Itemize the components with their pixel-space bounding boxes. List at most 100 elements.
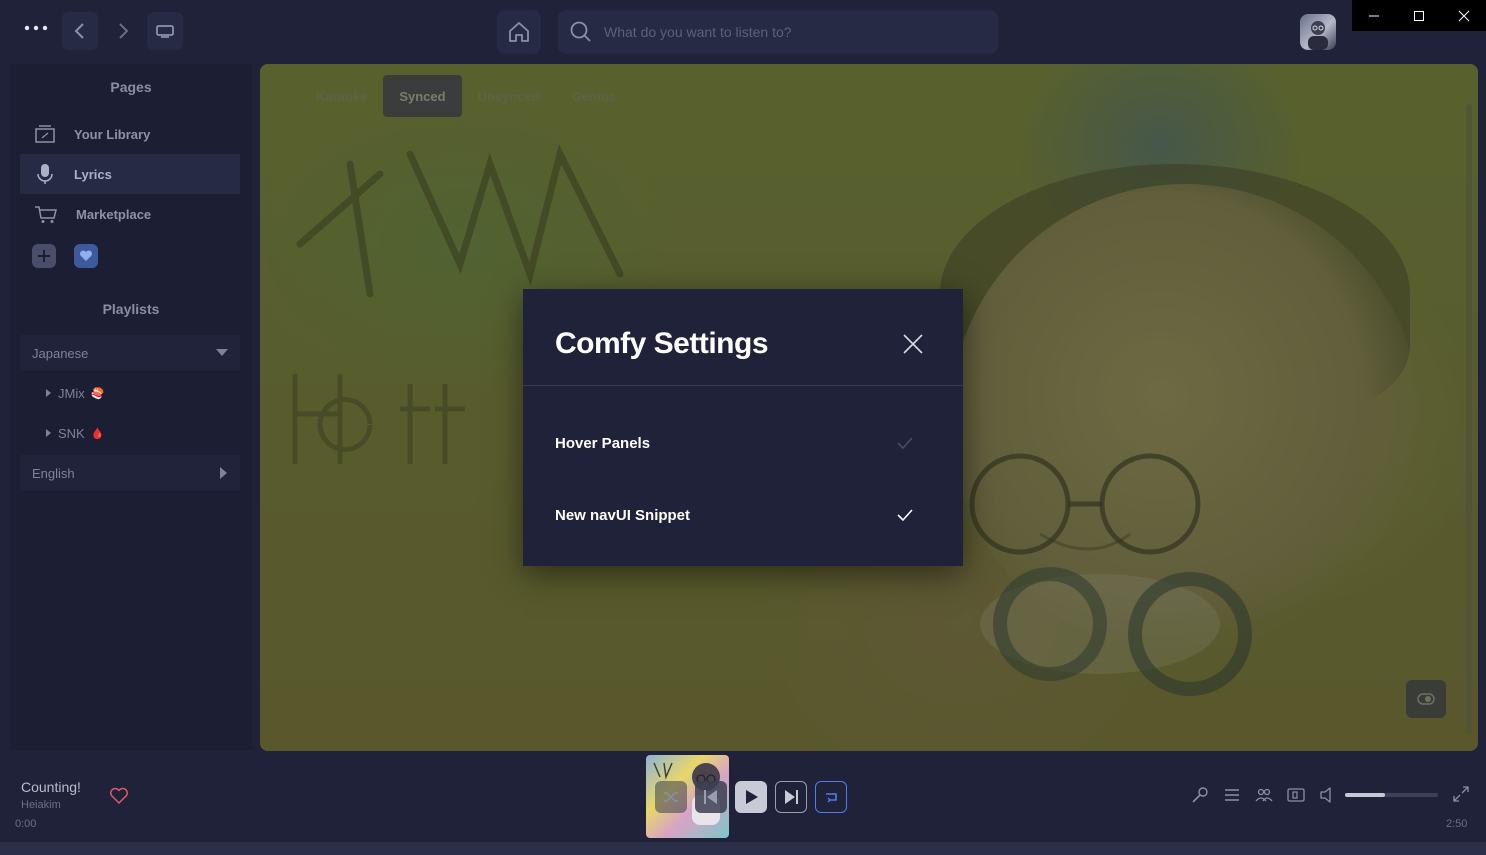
sidebar-item-label: Lyrics [74, 166, 112, 182]
tab-genius[interactable]: Genius [556, 75, 632, 117]
folder-label: English [32, 465, 75, 481]
heart-icon [79, 250, 93, 261]
search-input[interactable] [604, 24, 964, 40]
repeat-icon [826, 793, 837, 803]
microphone-icon [1192, 787, 1208, 803]
hover-panels-checkbox[interactable] [895, 433, 915, 453]
playlist-label: JMix [58, 385, 85, 401]
sidebar-item-marketplace[interactable]: Marketplace [20, 194, 240, 234]
new-navui-snippet-checkbox[interactable] [895, 505, 915, 525]
cart-icon [35, 206, 57, 223]
player-bar: Counting! Heiakim 0:00 2:50 [0, 755, 1486, 855]
play-icon [746, 790, 758, 804]
play-button[interactable] [735, 781, 767, 813]
dialog-header: Comfy Settings [523, 289, 963, 386]
search-bar[interactable] [558, 10, 998, 54]
sidebar-item-lyrics[interactable]: Lyrics [20, 154, 240, 194]
queue-icon [1225, 789, 1239, 801]
shuffle-button[interactable] [655, 781, 687, 813]
sidebar-item-your-library[interactable]: Your Library [20, 114, 240, 154]
playlist-emoji: 🩸 [90, 427, 105, 440]
library-icon [35, 125, 55, 143]
fullscreen-button[interactable] [1452, 785, 1472, 805]
fullscreen-lyrics-button[interactable] [1406, 680, 1446, 718]
scrollbar[interactable] [1466, 104, 1472, 734]
queue-button[interactable] [1222, 785, 1242, 805]
repeat-button[interactable] [815, 781, 847, 813]
menu-dots-icon[interactable] [18, 14, 54, 42]
caret-right-icon [46, 429, 51, 437]
minimize-icon [1369, 15, 1380, 16]
track-title[interactable]: Counting! [21, 779, 81, 795]
lyrics-tabs: Karaoke Synced Unsynced Genius [300, 75, 632, 117]
user-avatar[interactable] [1300, 14, 1336, 50]
chevron-right-icon [119, 23, 129, 39]
tab-synced[interactable]: Synced [383, 75, 462, 117]
connect-device-button[interactable] [1286, 785, 1306, 805]
devices-button[interactable] [147, 12, 183, 50]
minimize-button[interactable] [1352, 0, 1397, 31]
volume-slider[interactable] [1345, 793, 1438, 797]
home-button[interactable] [497, 10, 541, 54]
home-icon [509, 22, 529, 42]
track-artist[interactable]: Heiakim [21, 799, 61, 811]
heart-outline-icon [110, 787, 128, 804]
playlist-snk[interactable]: SNK 🩸 [46, 415, 104, 451]
playlist-emoji: 🍣 [90, 387, 105, 400]
folder-japanese[interactable]: Japanese [20, 335, 240, 371]
chevron-left-icon [74, 23, 84, 39]
check-icon [897, 509, 913, 522]
sidebar-item-label: Marketplace [76, 206, 152, 222]
friend-activity-button[interactable] [1254, 785, 1274, 805]
playlist-jmix[interactable]: JMix 🍣 [46, 375, 104, 411]
sidebar-shortcuts [32, 244, 98, 268]
playlist-label: SNK [58, 425, 85, 441]
maximize-icon [1414, 10, 1424, 21]
pages-heading: Pages [110, 79, 152, 95]
plus-icon [38, 250, 50, 262]
mute-button[interactable] [1318, 785, 1338, 805]
volume-slider-fill [1345, 793, 1385, 797]
sidebar-item-label: Your Library [74, 126, 151, 142]
previous-button[interactable] [695, 781, 727, 813]
tab-unsynced[interactable]: Unsynced [462, 75, 556, 117]
close-window-button[interactable] [1441, 0, 1486, 31]
add-button[interactable] [32, 244, 56, 268]
playlists-heading: Playlists [102, 301, 160, 317]
next-button[interactable] [775, 781, 807, 813]
skip-forward-icon [785, 790, 798, 804]
folder-english[interactable]: English [20, 455, 240, 491]
folder-label: Japanese [32, 345, 89, 361]
dialog-title: Comfy Settings [555, 327, 769, 360]
check-icon [897, 437, 913, 450]
liked-songs-button[interactable] [74, 244, 98, 268]
cast-icon [156, 25, 174, 38]
playback-progress-bar[interactable] [0, 842, 1486, 855]
setting-new-navui-snippet[interactable]: New navUI Snippet [555, 495, 915, 535]
expand-icon [1453, 786, 1469, 802]
window-controls [1352, 0, 1486, 31]
volume-icon [1320, 787, 1331, 803]
caret-right-icon [220, 467, 227, 479]
setting-label: Hover Panels [555, 434, 651, 452]
caret-down-icon [216, 349, 228, 356]
lyrics-button[interactable] [1190, 785, 1210, 805]
comfy-settings-dialog: Comfy Settings Hover Panels New navUI Sn… [523, 289, 963, 566]
forward-button[interactable] [105, 12, 141, 50]
setting-hover-panels[interactable]: Hover Panels [555, 423, 915, 463]
setting-label: New navUI Snippet [555, 506, 691, 524]
caret-right-icon [46, 389, 51, 397]
device-icon [1287, 788, 1305, 802]
maximize-button[interactable] [1397, 0, 1442, 31]
time-total: 2:50 [1446, 818, 1468, 830]
dialog-close-button[interactable] [901, 332, 925, 356]
skip-back-icon [704, 790, 717, 804]
back-button[interactable] [62, 12, 98, 50]
close-icon [903, 334, 923, 354]
like-button[interactable] [109, 786, 129, 806]
time-elapsed: 0:00 [15, 818, 37, 830]
toggle-icon [1417, 693, 1435, 705]
people-icon [1255, 788, 1273, 802]
close-icon [1458, 10, 1470, 21]
tab-karaoke[interactable]: Karaoke [300, 75, 383, 117]
